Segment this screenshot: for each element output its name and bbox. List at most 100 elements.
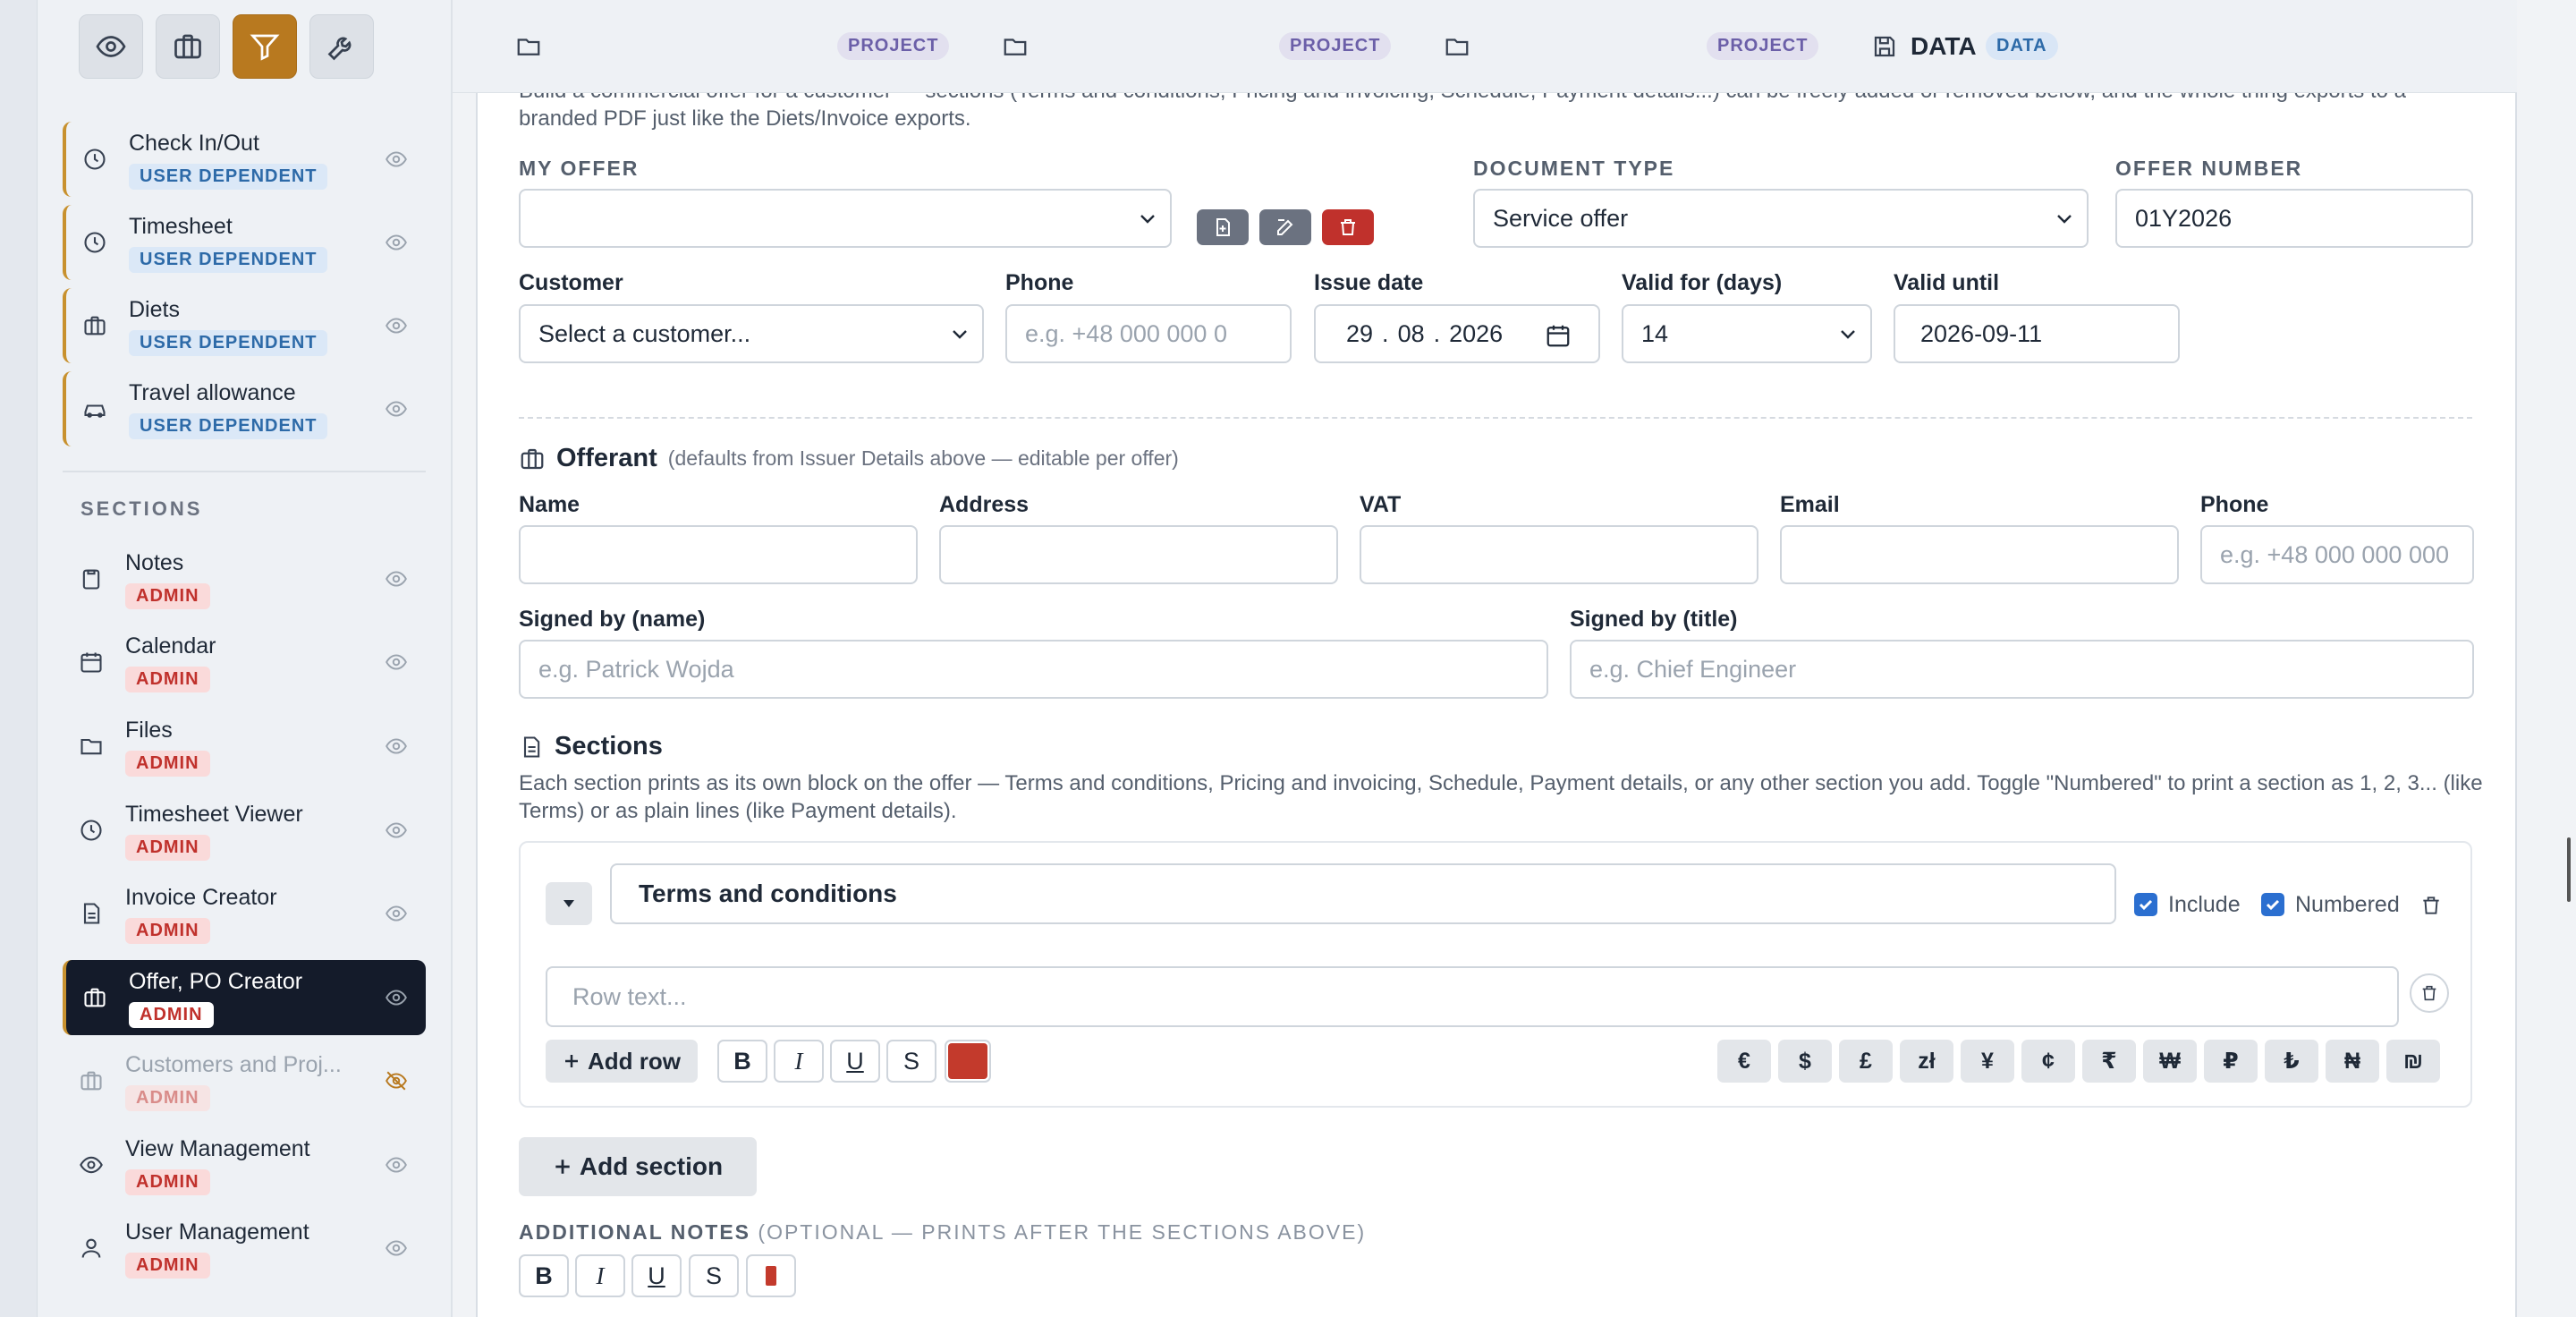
sidebar-item-diets[interactable]: Diets USER DEPENDENT bbox=[63, 288, 426, 363]
tab-project-2[interactable] bbox=[1002, 27, 1029, 66]
numbered-checkbox[interactable] bbox=[2261, 893, 2284, 916]
tab-project-3[interactable] bbox=[1444, 27, 1470, 66]
badge: ADMIN bbox=[125, 835, 210, 861]
currency-button-gbp[interactable]: £ bbox=[1839, 1040, 1893, 1083]
add-row-button[interactable]: Add row bbox=[546, 1040, 698, 1083]
briefcase-icon bbox=[84, 988, 106, 1007]
sidebar-edge bbox=[0, 0, 38, 1317]
notes-underline-button[interactable]: U bbox=[631, 1254, 682, 1297]
eye-icon[interactable] bbox=[383, 231, 410, 254]
italic-button[interactable]: I bbox=[774, 1040, 824, 1083]
customer-select[interactable]: Select a customer... bbox=[519, 304, 984, 363]
signed-title-input[interactable]: e.g. Chief Engineer bbox=[1570, 640, 2474, 699]
offerant-email-input[interactable] bbox=[1780, 525, 2179, 584]
eye-icon[interactable] bbox=[383, 567, 410, 591]
eye-icon[interactable] bbox=[383, 819, 410, 842]
eye-icon[interactable] bbox=[383, 1153, 410, 1177]
valid-days-select[interactable]: 14 bbox=[1622, 304, 1872, 363]
underline-button[interactable]: U bbox=[830, 1040, 880, 1083]
currency-button-inr[interactable]: ₹ bbox=[2082, 1040, 2136, 1083]
currency-button-eur[interactable]: € bbox=[1717, 1040, 1771, 1083]
tools-button[interactable] bbox=[309, 14, 374, 79]
phone-input[interactable]: e.g. +48 000 000 0 bbox=[1005, 304, 1292, 363]
text-color-button[interactable] bbox=[945, 1040, 991, 1083]
currency-button-ils[interactable]: ₪ bbox=[2386, 1040, 2440, 1083]
offerant-address-input[interactable] bbox=[939, 525, 1338, 584]
sidebar-item-travel-allowance[interactable]: Travel allowance USER DEPENDENT bbox=[63, 371, 426, 446]
strikethrough-button[interactable]: S bbox=[886, 1040, 936, 1083]
sidebar-item-view-management[interactable]: View Management ADMIN bbox=[63, 1127, 426, 1202]
eye-icon[interactable] bbox=[383, 986, 410, 1009]
offerant-phone-input[interactable]: e.g. +48 000 000 000 bbox=[2200, 525, 2474, 584]
delete-section-icon[interactable] bbox=[2419, 893, 2443, 918]
currency-button-usd[interactable]: $ bbox=[1778, 1040, 1832, 1083]
offerant-name-input[interactable] bbox=[519, 525, 918, 584]
issue-date-label: Issue date bbox=[1314, 270, 1424, 295]
delete-row-button[interactable] bbox=[2410, 973, 2449, 1013]
currency-button-try[interactable]: ₺ bbox=[2265, 1040, 2318, 1083]
section-title-input[interactable]: Terms and conditions bbox=[610, 863, 2116, 924]
sidebar-item-user-management[interactable]: User Management ADMIN bbox=[63, 1211, 426, 1286]
badge: ADMIN bbox=[125, 1169, 210, 1195]
eye-icon[interactable] bbox=[383, 397, 410, 421]
sidebar-item-label: View Management bbox=[125, 1136, 310, 1161]
currency-button-cent[interactable]: ¢ bbox=[2021, 1040, 2075, 1083]
badge: USER DEPENDENT bbox=[129, 413, 328, 439]
offerant-vat-input[interactable] bbox=[1360, 525, 1758, 584]
eye-icon[interactable] bbox=[383, 1236, 410, 1260]
eye-icon[interactable] bbox=[383, 314, 410, 337]
view-toggle-button[interactable] bbox=[79, 14, 143, 79]
sidebar-item-offer-po-creator[interactable]: Offer, PO Creator ADMIN bbox=[63, 960, 426, 1035]
eye-icon[interactable] bbox=[383, 650, 410, 674]
collapse-section-button[interactable] bbox=[546, 882, 592, 925]
sidebar-item-check-in-out[interactable]: Check In/Out USER DEPENDENT bbox=[63, 122, 426, 197]
notes-strikethrough-button[interactable]: S bbox=[689, 1254, 739, 1297]
edit-offer-button[interactable] bbox=[1259, 209, 1311, 245]
briefcase-button[interactable] bbox=[156, 14, 220, 79]
currency-button-pln[interactable]: zł bbox=[1900, 1040, 1953, 1083]
eye-icon[interactable] bbox=[383, 735, 410, 758]
sidebar-item-calendar[interactable]: Calendar ADMIN bbox=[63, 625, 426, 700]
row-text-input[interactable]: Row text... bbox=[546, 966, 2399, 1027]
calendar-icon[interactable] bbox=[1545, 322, 1572, 349]
badge: ADMIN bbox=[125, 751, 210, 777]
currency-button-rub[interactable]: ₽ bbox=[2204, 1040, 2258, 1083]
eye-icon[interactable] bbox=[383, 902, 410, 925]
chevron-down-icon bbox=[1841, 330, 1855, 339]
document-type-select[interactable]: Service offer bbox=[1473, 189, 2089, 248]
notes-text-color-button[interactable] bbox=[746, 1254, 796, 1297]
new-offer-button[interactable] bbox=[1197, 209, 1249, 245]
sidebar-item-timesheet-viewer[interactable]: Timesheet Viewer ADMIN bbox=[63, 793, 426, 868]
issue-date-input[interactable]: 29. 08. 2026 bbox=[1314, 304, 1600, 363]
filter-button[interactable] bbox=[233, 14, 297, 79]
sidebar-item-notes[interactable]: Notes ADMIN bbox=[63, 541, 426, 616]
sidebar-item-invoice-creator[interactable]: Invoice Creator ADMIN bbox=[63, 876, 426, 951]
eye-icon[interactable] bbox=[383, 148, 410, 171]
add-section-button[interactable]: Add section bbox=[519, 1137, 757, 1196]
valid-until-input[interactable]: 2026-09-11 bbox=[1894, 304, 2180, 363]
tab-data[interactable] bbox=[1871, 27, 1898, 66]
additional-notes-hint: (OPTIONAL — PRINTS AFTER THE SECTIONS AB… bbox=[758, 1220, 1367, 1244]
file-plus-icon bbox=[1216, 218, 1230, 236]
valid-days-label: Valid for (days) bbox=[1622, 270, 1783, 295]
my-offer-select[interactable] bbox=[519, 189, 1172, 248]
project-pill: PROJECT bbox=[837, 32, 950, 60]
offer-number-input[interactable]: 01Y2026 bbox=[2115, 189, 2473, 248]
tab-project-1[interactable] bbox=[515, 27, 542, 66]
include-checkbox[interactable] bbox=[2134, 893, 2157, 916]
sidebar-item-timesheet[interactable]: Timesheet USER DEPENDENT bbox=[63, 205, 426, 280]
notes-bold-button[interactable]: B bbox=[519, 1254, 569, 1297]
notes-italic-button[interactable]: I bbox=[575, 1254, 625, 1297]
currency-button-ngn[interactable]: ₦ bbox=[2326, 1040, 2379, 1083]
delete-offer-button[interactable] bbox=[1322, 209, 1374, 245]
eye-off-icon[interactable] bbox=[383, 1069, 410, 1092]
main-panel bbox=[476, 93, 2517, 1317]
sidebar-item-label: Timesheet Viewer bbox=[125, 802, 303, 827]
scrollbar[interactable] bbox=[2567, 837, 2571, 902]
sidebar-item-files[interactable]: Files ADMIN bbox=[63, 709, 426, 784]
bold-button[interactable]: B bbox=[717, 1040, 767, 1083]
signed-name-input[interactable]: e.g. Patrick Wojda bbox=[519, 640, 1548, 699]
sidebar-item-customers-and-projects[interactable]: Customers and Proj... ADMIN bbox=[63, 1043, 426, 1118]
currency-button-jpy[interactable]: ¥ bbox=[1961, 1040, 2014, 1083]
currency-button-krw[interactable]: ₩ bbox=[2143, 1040, 2197, 1083]
